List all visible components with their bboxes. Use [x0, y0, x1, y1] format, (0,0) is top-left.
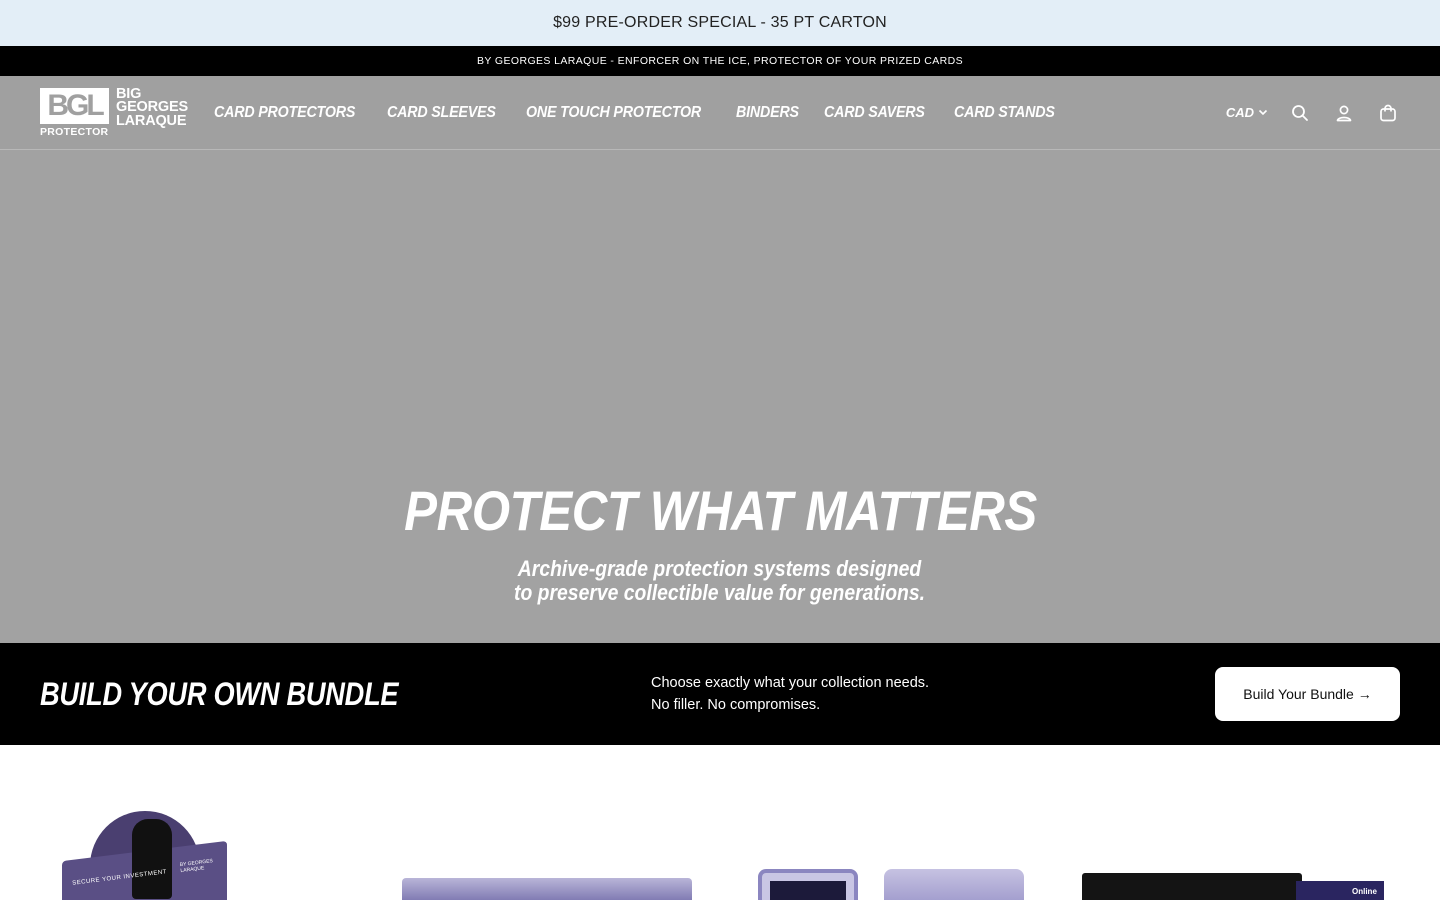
logo-monogram: BGL [40, 87, 109, 124]
logo-word-3: LARAQUE [116, 112, 187, 129]
nav-item-card-protectors[interactable]: CARD PROTECTORS [214, 104, 355, 122]
search-icon[interactable] [1288, 101, 1312, 125]
nav-item-card-stands[interactable]: CARD STANDS [954, 104, 1055, 122]
currency-label: CAD [1225, 105, 1254, 120]
currency-selector[interactable]: CAD [1226, 105, 1268, 120]
tagline-text: BY GEORGES LARAQUE - ENFORCER ON THE ICE… [476, 55, 963, 67]
product-image-player [132, 819, 172, 899]
product-card-display-stand[interactable]: SECURE YOUR INVESTMENT BY GEORGES LARAQU… [62, 811, 232, 900]
header-tools: CAD [1226, 101, 1400, 125]
build-bundle-button[interactable]: Build Your Bundle → [1215, 667, 1400, 721]
account-icon[interactable] [1332, 101, 1356, 125]
promo-link[interactable]: $99 PRE-ORDER SPECIAL - 35 PT CARTON [553, 14, 887, 32]
cart-icon[interactable] [1376, 101, 1400, 125]
logo-wordmark: BIG GEORGES LARAQUE [116, 87, 188, 129]
product-card-one-touch[interactable] [758, 869, 858, 900]
hero-banner: PROTECT WHAT MATTERS Archive-grade prote… [0, 150, 1440, 643]
hero-title: PROTECT WHAT MATTERS [403, 479, 1037, 542]
bundle-description: Choose exactly what your collection need… [651, 672, 929, 716]
chevron-down-icon [1258, 105, 1268, 120]
hero-subtitle-line-2: to preserve collectible value for genera… [514, 580, 926, 605]
bundle-description-line-1: Choose exactly what your collection need… [651, 675, 930, 691]
site-header: BGL PROTECTOR BIG GEORGES LARAQUE CARD P… [0, 76, 1440, 150]
product-card-one-touch-stack[interactable] [884, 869, 1024, 900]
product-image-label: Online [1352, 887, 1377, 896]
logo-mark: BGL PROTECTOR [40, 87, 110, 138]
nav-item-binders[interactable]: BINDERS [736, 104, 799, 122]
product-card-binder[interactable] [1082, 873, 1302, 900]
product-card-toploaders[interactable] [402, 878, 692, 900]
hero-subtitle: Archive-grade protection systems designe… [514, 557, 925, 605]
product-grid: SECURE YOUR INVESTMENT BY GEORGES LARAQU… [0, 745, 1440, 900]
announcement-bar: $99 PRE-ORDER SPECIAL - 35 PT CARTON [0, 0, 1440, 46]
nav-item-one-touch-protector[interactable]: ONE TOUCH PROTECTOR [526, 104, 701, 122]
bundle-banner: BUILD YOUR OWN BUNDLE Choose exactly wha… [0, 643, 1440, 745]
hero-subtitle-line-1: Archive-grade protection systems designe… [518, 556, 922, 581]
product-card-binder-box[interactable]: Online [1296, 881, 1384, 900]
bundle-description-line-2: No filler. No compromises. [651, 697, 821, 713]
product-image-inner [770, 881, 846, 900]
main-nav: CARD PROTECTORS CARD SLEEVES ONE TOUCH P… [214, 104, 1063, 122]
logo-subtitle: PROTECTOR [40, 125, 109, 138]
tagline-bar: BY GEORGES LARAQUE - ENFORCER ON THE ICE… [0, 46, 1440, 76]
site-logo[interactable]: BGL PROTECTOR BIG GEORGES LARAQUE [40, 87, 194, 138]
nav-item-card-savers[interactable]: CARD SAVERS [824, 104, 925, 122]
bundle-title: BUILD YOUR OWN BUNDLE [40, 675, 399, 712]
nav-item-card-sleeves[interactable]: CARD SLEEVES [387, 104, 496, 122]
